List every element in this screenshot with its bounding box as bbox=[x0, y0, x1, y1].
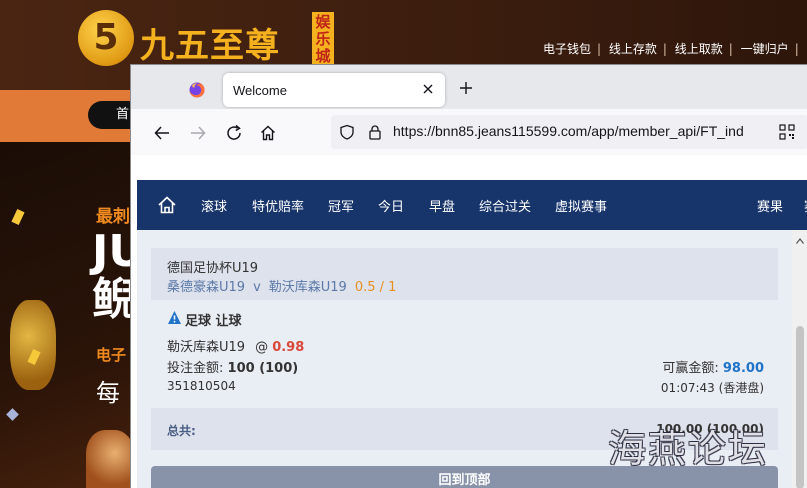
reload-icon[interactable] bbox=[225, 124, 243, 142]
top-link-deposit[interactable]: 线上存款 bbox=[609, 42, 657, 56]
tab-bar: Welcome bbox=[131, 65, 807, 109]
scrollbar-thumb[interactable] bbox=[796, 326, 804, 488]
qr-code-icon[interactable] bbox=[779, 124, 795, 140]
bet-time: 01:07:43 (香港盘) bbox=[660, 381, 764, 395]
total-label: 总共: bbox=[167, 424, 196, 438]
pick-team: 勒沃库森U19 bbox=[167, 340, 246, 355]
gold-coin-decoration bbox=[10, 300, 56, 390]
stake-label: 投注金额: bbox=[167, 361, 224, 376]
home-team: 桑德豪森U19 bbox=[167, 280, 246, 295]
top-link-wallet[interactable]: 电子钱包 bbox=[543, 42, 591, 56]
win-row: 可赢金额: 98.00 bbox=[662, 357, 764, 376]
close-icon[interactable] bbox=[421, 82, 435, 96]
sports-nav: 滚球 特优赔率 冠军 今日 早盘 综合过关 虚拟赛事 赛果 赛 bbox=[137, 180, 807, 230]
tab-title: Welcome bbox=[233, 83, 287, 98]
forward-arrow-icon[interactable] bbox=[189, 124, 207, 142]
banner-promo-title: 最刺 bbox=[96, 207, 130, 227]
nav-virtual[interactable]: 虚拟赛事 bbox=[555, 196, 607, 215]
at-sign: @ bbox=[255, 340, 269, 355]
stake-value: 100 (100) bbox=[227, 361, 299, 376]
win-value: 98.00 bbox=[722, 361, 764, 376]
win-label: 可赢金额: bbox=[662, 361, 719, 376]
match-teams: 桑德豪森U19 v 勒沃库森U19 0.5 / 1 bbox=[167, 276, 396, 295]
lock-icon[interactable] bbox=[367, 124, 383, 140]
home-icon[interactable] bbox=[157, 195, 177, 215]
odds-value: 0.98 bbox=[272, 340, 305, 355]
new-tab-plus-icon[interactable] bbox=[459, 81, 473, 95]
shield-icon[interactable] bbox=[339, 124, 355, 140]
warning-icon bbox=[168, 311, 181, 324]
banner-promo-text: 每 bbox=[96, 379, 120, 407]
nav-early[interactable]: 早盘 bbox=[429, 196, 455, 215]
nav-special-odds[interactable]: 特优赔率 bbox=[252, 196, 304, 215]
scroll-up-arrow-icon[interactable] bbox=[796, 238, 804, 244]
navigation-toolbar: https://bnn85.jeans115599.com/app/member… bbox=[131, 109, 807, 155]
nav-parlay[interactable]: 综合过关 bbox=[479, 196, 531, 215]
casino-logo-mark: 5 bbox=[78, 10, 134, 66]
scrollbar[interactable] bbox=[792, 230, 807, 488]
league-name: 德国足协杯U19 bbox=[167, 261, 259, 276]
bet-selection: 勒沃库森U19 @ 0.98 bbox=[167, 336, 304, 355]
nav-inplay[interactable]: 滚球 bbox=[201, 196, 227, 215]
casino-top-links: 电子钱包| 线上存款| 线上取款| 一键归户| 未 bbox=[543, 40, 807, 57]
banner-promo-subtitle: 电子 bbox=[96, 346, 127, 364]
casino-logo-badge: 娱乐城 bbox=[312, 12, 334, 66]
firefox-icon bbox=[189, 82, 205, 98]
forum-watermark: 海燕论坛 bbox=[608, 427, 769, 471]
nav-results[interactable]: 赛果 bbox=[757, 196, 783, 215]
nav-outright[interactable]: 冠军 bbox=[328, 196, 354, 215]
tab-welcome[interactable]: Welcome bbox=[223, 73, 445, 107]
bet-type: 足球 让球 bbox=[185, 314, 242, 329]
banner-food-image bbox=[86, 430, 134, 488]
address-bar[interactable]: https://bnn85.jeans115599.com/app/member… bbox=[331, 115, 807, 149]
match-info: 德国足协杯U19 桑德豪森U19 v 勒沃库森U19 0.5 / 1 bbox=[151, 248, 778, 300]
casino-logo-text: 九五至尊 bbox=[140, 26, 280, 66]
home-icon[interactable] bbox=[259, 124, 277, 142]
away-team: 勒沃库森U19 bbox=[268, 280, 347, 295]
ticket-id: 351810504 bbox=[167, 379, 236, 393]
handicap-value: 0.5 / 1 bbox=[354, 280, 397, 295]
top-link-withdraw[interactable]: 线上取款 bbox=[675, 42, 723, 56]
url-text: https://bnn85.jeans115599.com/app/member… bbox=[393, 123, 744, 139]
back-arrow-icon[interactable] bbox=[153, 124, 171, 142]
stake-row: 投注金额: 100 (100) bbox=[167, 357, 298, 376]
nav-today[interactable]: 今日 bbox=[378, 196, 404, 215]
top-link-merge[interactable]: 一键归户 bbox=[741, 42, 789, 56]
vs-label: v bbox=[253, 280, 261, 295]
